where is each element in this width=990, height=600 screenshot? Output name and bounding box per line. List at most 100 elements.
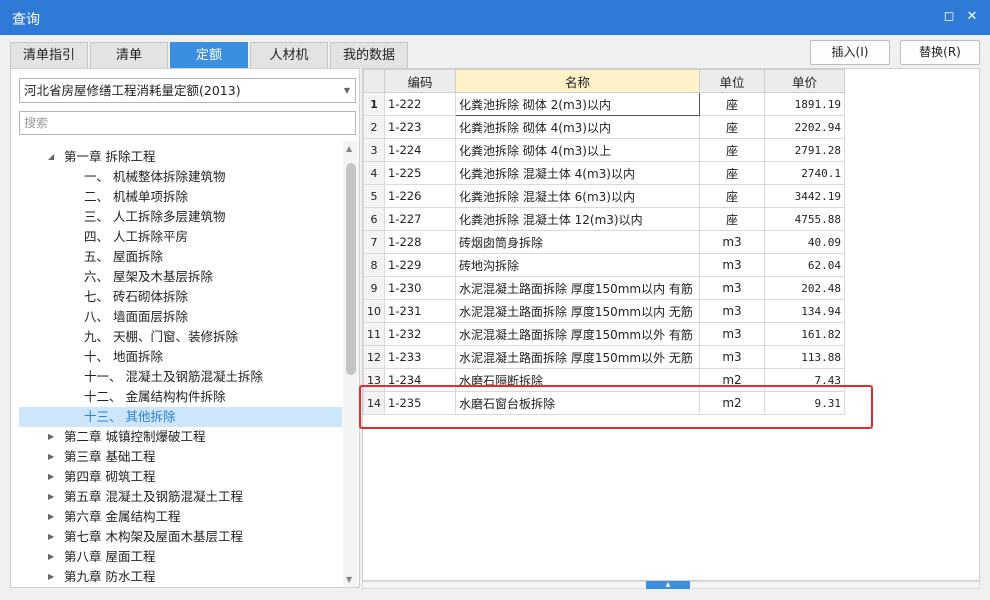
price-cell[interactable]: 4755.88 (764, 207, 845, 231)
price-cell[interactable]: 2740.1 (764, 161, 845, 185)
name-cell[interactable]: 水泥混凝土路面拆除 厚度150mm以外 有筋 (455, 322, 700, 346)
table-row[interactable]: 9 1-230 水泥混凝土路面拆除 厚度150mm以内 有筋 m3 202.48 (363, 276, 845, 300)
table-row[interactable]: 2 1-223 化粪池拆除 砌体 4(m3)以内座 2202.94 (363, 115, 845, 139)
tab-bill-guide[interactable]: 清单指引 (10, 42, 88, 68)
tree-item[interactable]: ▶ 第四章 砌筑工程 (19, 467, 342, 487)
unit-cell[interactable]: 座 (699, 207, 765, 231)
code-cell[interactable]: 1-232 (384, 322, 456, 346)
code-cell[interactable]: 1-229 (384, 253, 456, 277)
expand-icon[interactable]: ▶ (48, 427, 58, 447)
name-cell[interactable]: 水泥混凝土路面拆除 厚度150mm以内 有筋 (455, 276, 700, 300)
tree-item[interactable]: 八、 墙面面层拆除 (19, 307, 342, 327)
price-cell[interactable]: 2202.94 (764, 115, 845, 139)
unit-cell[interactable]: 座 (699, 92, 765, 116)
table-row[interactable]: 10 1-231 水泥混凝土路面拆除 厚度150mm以内 无筋 m3 134.94 (363, 299, 845, 323)
name-cell[interactable]: 化粪池拆除 砌体 2(m3)以内 (455, 92, 700, 116)
name-cell[interactable]: 砖地沟拆除 (455, 253, 700, 277)
column-header-price[interactable]: 单价 (764, 69, 845, 93)
quota-library-select[interactable]: 河北省房屋修缮工程消耗量定额(2013) ▼ (19, 78, 356, 103)
expand-icon[interactable]: ▶ (48, 527, 58, 547)
code-cell[interactable]: 1-223 (384, 115, 456, 139)
unit-cell[interactable]: 座 (699, 138, 765, 162)
name-cell[interactable]: 水泥混凝土路面拆除 厚度150mm以内 无筋 (455, 299, 700, 323)
price-cell[interactable]: 113.88 (764, 345, 845, 369)
expand-icon[interactable]: ▶ (48, 567, 58, 587)
code-cell[interactable]: 1-224 (384, 138, 456, 162)
expand-icon[interactable]: ▶ (48, 487, 58, 507)
row-number-cell[interactable]: 8 (363, 253, 385, 277)
tree-item[interactable]: 一、 机械整体拆除建筑物 (19, 167, 342, 187)
unit-cell[interactable]: 座 (699, 115, 765, 139)
replace-button[interactable]: 替换(R) (900, 40, 980, 65)
name-cell[interactable]: 化粪池拆除 混凝土体 4(m3)以内 (455, 161, 700, 185)
price-cell[interactable]: 40.09 (764, 230, 845, 254)
name-cell[interactable]: 化粪池拆除 砌体 4(m3)以上 (455, 138, 700, 162)
tree-item[interactable]: ▶ 第二章 城镇控制爆破工程 (19, 427, 342, 447)
name-cell[interactable]: 化粪池拆除 混凝土体 12(m3)以内 (455, 207, 700, 231)
row-number-cell[interactable]: 9 (363, 276, 385, 300)
row-number-cell[interactable]: 6 (363, 207, 385, 231)
scroll-up-icon[interactable]: ▲ (346, 144, 352, 153)
tree-scrollbar[interactable]: ▲ ▼ (343, 141, 359, 587)
tree-item[interactable]: 十、 地面拆除 (19, 347, 342, 367)
price-cell[interactable]: 1891.19 (764, 92, 845, 116)
unit-cell[interactable]: m3 (699, 345, 765, 369)
tree-item[interactable]: 十二、 金属结构构件拆除 (19, 387, 342, 407)
tree-item[interactable]: ◢ 第一章 拆除工程 (19, 147, 342, 167)
collapse-icon[interactable]: ◢ (48, 147, 58, 167)
code-cell[interactable]: 1-227 (384, 207, 456, 231)
column-header-code[interactable]: 编码 (384, 69, 456, 93)
row-number-cell[interactable]: 10 (363, 299, 385, 323)
panel-splitter[interactable]: ▲ (362, 581, 980, 589)
collapse-handle-icon[interactable]: ▲ (646, 581, 690, 589)
search-input[interactable]: 搜索 (19, 111, 356, 135)
unit-cell[interactable]: m3 (699, 276, 765, 300)
price-cell[interactable]: 161.82 (764, 322, 845, 346)
code-cell[interactable]: 1-226 (384, 184, 456, 208)
table-row[interactable]: 3 1-224 化粪池拆除 砌体 4(m3)以上座 2791.28 (363, 138, 845, 162)
tree-item[interactable]: 四、 人工拆除平房 (19, 227, 342, 247)
table-row[interactable]: 11 1-232 水泥混凝土路面拆除 厚度150mm以外 有筋 m3 161.82 (363, 322, 845, 346)
insert-button[interactable]: 插入(I) (810, 40, 890, 65)
code-cell[interactable]: 1-230 (384, 276, 456, 300)
table-row[interactable]: 12 1-233 水泥混凝土路面拆除 厚度150mm以外 无筋 m3 113.88 (363, 345, 845, 369)
tree-item[interactable]: ▶ 第九章 防水工程 (19, 567, 342, 587)
code-cell[interactable]: 1-225 (384, 161, 456, 185)
column-header-name[interactable]: 名称 (455, 69, 700, 93)
table-row[interactable]: 8 1-229 砖地沟拆除 m3 62.04 (363, 253, 845, 277)
code-cell[interactable]: 1-233 (384, 345, 456, 369)
price-cell[interactable]: 2791.28 (764, 138, 845, 162)
expand-icon[interactable]: ▶ (48, 547, 58, 567)
unit-cell[interactable]: 座 (699, 184, 765, 208)
table-row[interactable]: 5 1-226 化粪池拆除 混凝土体 6(m3)以内座 3442.19 (363, 184, 845, 208)
row-number-cell[interactable]: 7 (363, 230, 385, 254)
table-row[interactable]: 1 1-222 化粪池拆除 砌体 2(m3)以内座 1891.19 (363, 92, 845, 116)
expand-icon[interactable]: ▶ (48, 467, 58, 487)
tab-bill[interactable]: 清单 (90, 42, 168, 68)
scrollbar-thumb[interactable] (346, 163, 356, 375)
tab-labor-material-machine[interactable]: 人材机 (250, 42, 328, 68)
tree-item[interactable]: 十三、 其他拆除 (19, 407, 342, 427)
tree-item[interactable]: ▶ 第七章 木构架及屋面木基层工程 (19, 527, 342, 547)
name-cell[interactable]: 水泥混凝土路面拆除 厚度150mm以外 无筋 (455, 345, 700, 369)
expand-icon[interactable]: ▶ (48, 507, 58, 527)
corner-cell[interactable] (363, 69, 385, 93)
name-cell[interactable]: 化粪池拆除 混凝土体 6(m3)以内 (455, 184, 700, 208)
unit-cell[interactable]: m3 (699, 253, 765, 277)
name-cell[interactable]: 化粪池拆除 砌体 4(m3)以内 (455, 115, 700, 139)
code-cell[interactable]: 1-228 (384, 230, 456, 254)
tab-my-data[interactable]: 我的数据 (330, 42, 408, 68)
price-cell[interactable]: 134.94 (764, 299, 845, 323)
unit-cell[interactable]: m3 (699, 322, 765, 346)
price-cell[interactable]: 202.48 (764, 276, 845, 300)
name-cell[interactable]: 砖烟囱筒身拆除 (455, 230, 700, 254)
maximize-icon[interactable]: ◻ (941, 9, 957, 25)
price-cell[interactable]: 62.04 (764, 253, 845, 277)
row-number-cell[interactable]: 1 (363, 92, 385, 116)
row-number-cell[interactable]: 3 (363, 138, 385, 162)
tree-item[interactable]: ▶ 第五章 混凝土及钢筋混凝土工程 (19, 487, 342, 507)
unit-cell[interactable]: 座 (699, 161, 765, 185)
tree-item[interactable]: 九、 天棚、门窗、装修拆除 (19, 327, 342, 347)
chevron-down-icon[interactable]: ▼ (344, 79, 350, 102)
tree-item[interactable]: ▶ 第三章 基础工程 (19, 447, 342, 467)
